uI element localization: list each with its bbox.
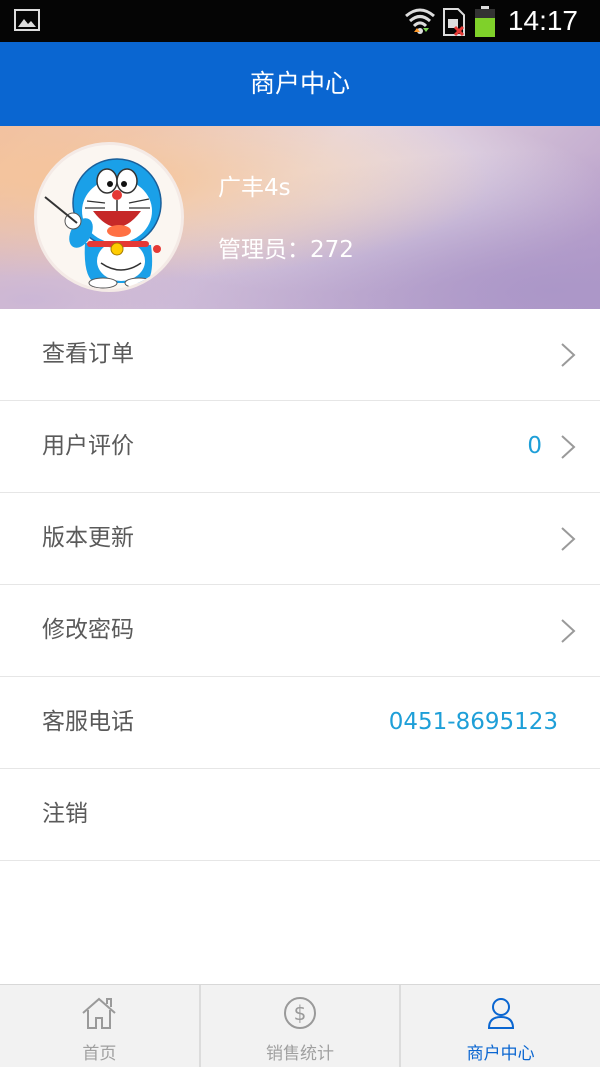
gallery-icon bbox=[14, 9, 40, 35]
menu-item-label: 注销 bbox=[42, 801, 88, 827]
chevron-right-icon bbox=[560, 618, 576, 648]
menu-item-label: 版本更新 bbox=[42, 525, 134, 551]
battery-icon bbox=[474, 6, 496, 42]
menu-item-label: 客服电话 bbox=[42, 709, 134, 735]
chevron-right-icon bbox=[560, 434, 576, 464]
tab-label: 首页 bbox=[82, 1044, 117, 1064]
menu-item-label: 用户评价 bbox=[42, 433, 134, 459]
tab-label: 销售统计 bbox=[266, 1044, 334, 1064]
sim-icon bbox=[441, 7, 467, 41]
menu-list: 查看订单 用户评价 0 版本更新 修改密码 客服电话 0451-8695123 … bbox=[0, 309, 600, 861]
chevron-right-icon bbox=[560, 526, 576, 556]
review-count: 0 bbox=[527, 433, 542, 459]
tab-merchant-center[interactable]: 商户中心 bbox=[399, 985, 600, 1067]
clock: 14:17 bbox=[507, 5, 578, 36]
profile-banner: 广丰4s 管理员：272 bbox=[0, 126, 600, 309]
tab-label: 商户中心 bbox=[466, 1044, 535, 1064]
menu-item-view-orders[interactable]: 查看订单 bbox=[0, 309, 600, 401]
tab-sales-stats[interactable]: $ 销售统计 bbox=[198, 985, 400, 1067]
page-title: 商户中心 bbox=[249, 69, 350, 98]
menu-item-label: 修改密码 bbox=[42, 617, 134, 643]
menu-item-label: 查看订单 bbox=[42, 341, 134, 367]
tab-home[interactable]: 首页 bbox=[0, 985, 199, 1067]
menu-item-logout[interactable]: 注销 bbox=[0, 769, 600, 861]
wifi-icon bbox=[404, 6, 436, 40]
dollar-icon: $ bbox=[282, 995, 318, 1035]
status-bar: 14:17 bbox=[0, 0, 600, 42]
admin-id: 管理员：272 bbox=[218, 237, 354, 263]
chevron-right-icon bbox=[560, 342, 576, 372]
svg-text:$: $ bbox=[294, 1001, 307, 1025]
menu-item-customer-service[interactable]: 客服电话 0451-8695123 bbox=[0, 677, 600, 769]
avatar[interactable] bbox=[34, 142, 184, 292]
menu-item-change-password[interactable]: 修改密码 bbox=[0, 585, 600, 677]
customer-service-phone[interactable]: 0451-8695123 bbox=[389, 677, 558, 768]
bottom-nav: 首页 $ 销售统计 商户中心 bbox=[0, 984, 600, 1067]
merchant-name: 广丰4s bbox=[218, 175, 291, 201]
doraemon-avatar bbox=[44, 158, 162, 289]
home-icon bbox=[79, 995, 119, 1035]
title-bar: 商户中心 bbox=[0, 42, 600, 126]
menu-item-version-update[interactable]: 版本更新 bbox=[0, 493, 600, 585]
user-icon bbox=[483, 995, 519, 1035]
menu-item-user-reviews[interactable]: 用户评价 0 bbox=[0, 401, 600, 493]
